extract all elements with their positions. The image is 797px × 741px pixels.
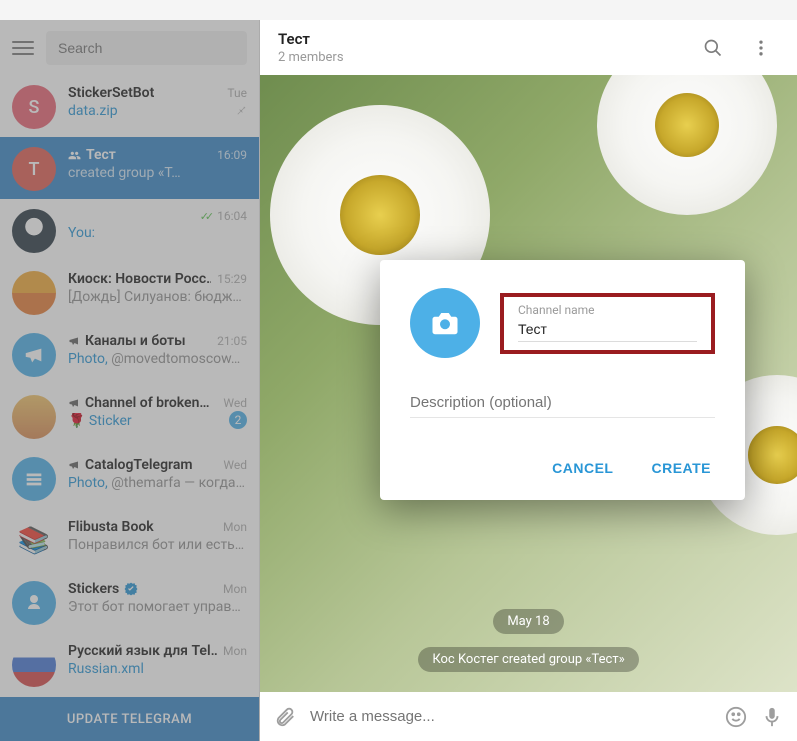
more-options-button[interactable] [743,30,779,66]
system-message: Кос Koстeг created group «Тест» [418,647,638,672]
system-message-row: Кос Koстeг created group «Тест» [260,647,797,672]
chat-title: Тест [278,30,683,48]
emoji-button[interactable] [725,706,747,728]
chat-subtitle: 2 members [278,50,683,65]
create-channel-modal: Channel name CANCEL CREATE [380,260,745,500]
camera-icon [430,308,460,338]
channel-description-input[interactable] [410,388,715,418]
chat-info[interactable]: Тест 2 members [278,30,683,65]
search-in-chat-button[interactable] [695,30,731,66]
sidebar-dim-overlay [0,20,260,741]
message-input[interactable] [310,708,711,725]
kebab-icon [751,38,771,58]
create-button[interactable]: CREATE [647,452,715,484]
date-pill: May 18 [493,609,563,634]
bg-flower [597,75,777,215]
channel-name-input[interactable] [518,317,697,342]
mic-icon [761,706,783,728]
smile-icon [725,706,747,728]
date-separator: May 18 [260,609,797,634]
search-icon [703,38,723,58]
channel-name-field-highlight: Channel name [500,293,715,354]
main-header: Тест 2 members [260,20,797,75]
description-field [410,388,715,418]
modal-actions: CANCEL CREATE [410,452,715,484]
message-composer [260,692,797,741]
channel-photo-button[interactable] [410,288,480,358]
paperclip-icon [274,706,296,728]
attach-button[interactable] [274,706,296,728]
channel-name-label: Channel name [518,303,697,317]
cancel-button[interactable]: CANCEL [548,452,617,484]
voice-button[interactable] [761,706,783,728]
window-top-strip [0,0,797,20]
